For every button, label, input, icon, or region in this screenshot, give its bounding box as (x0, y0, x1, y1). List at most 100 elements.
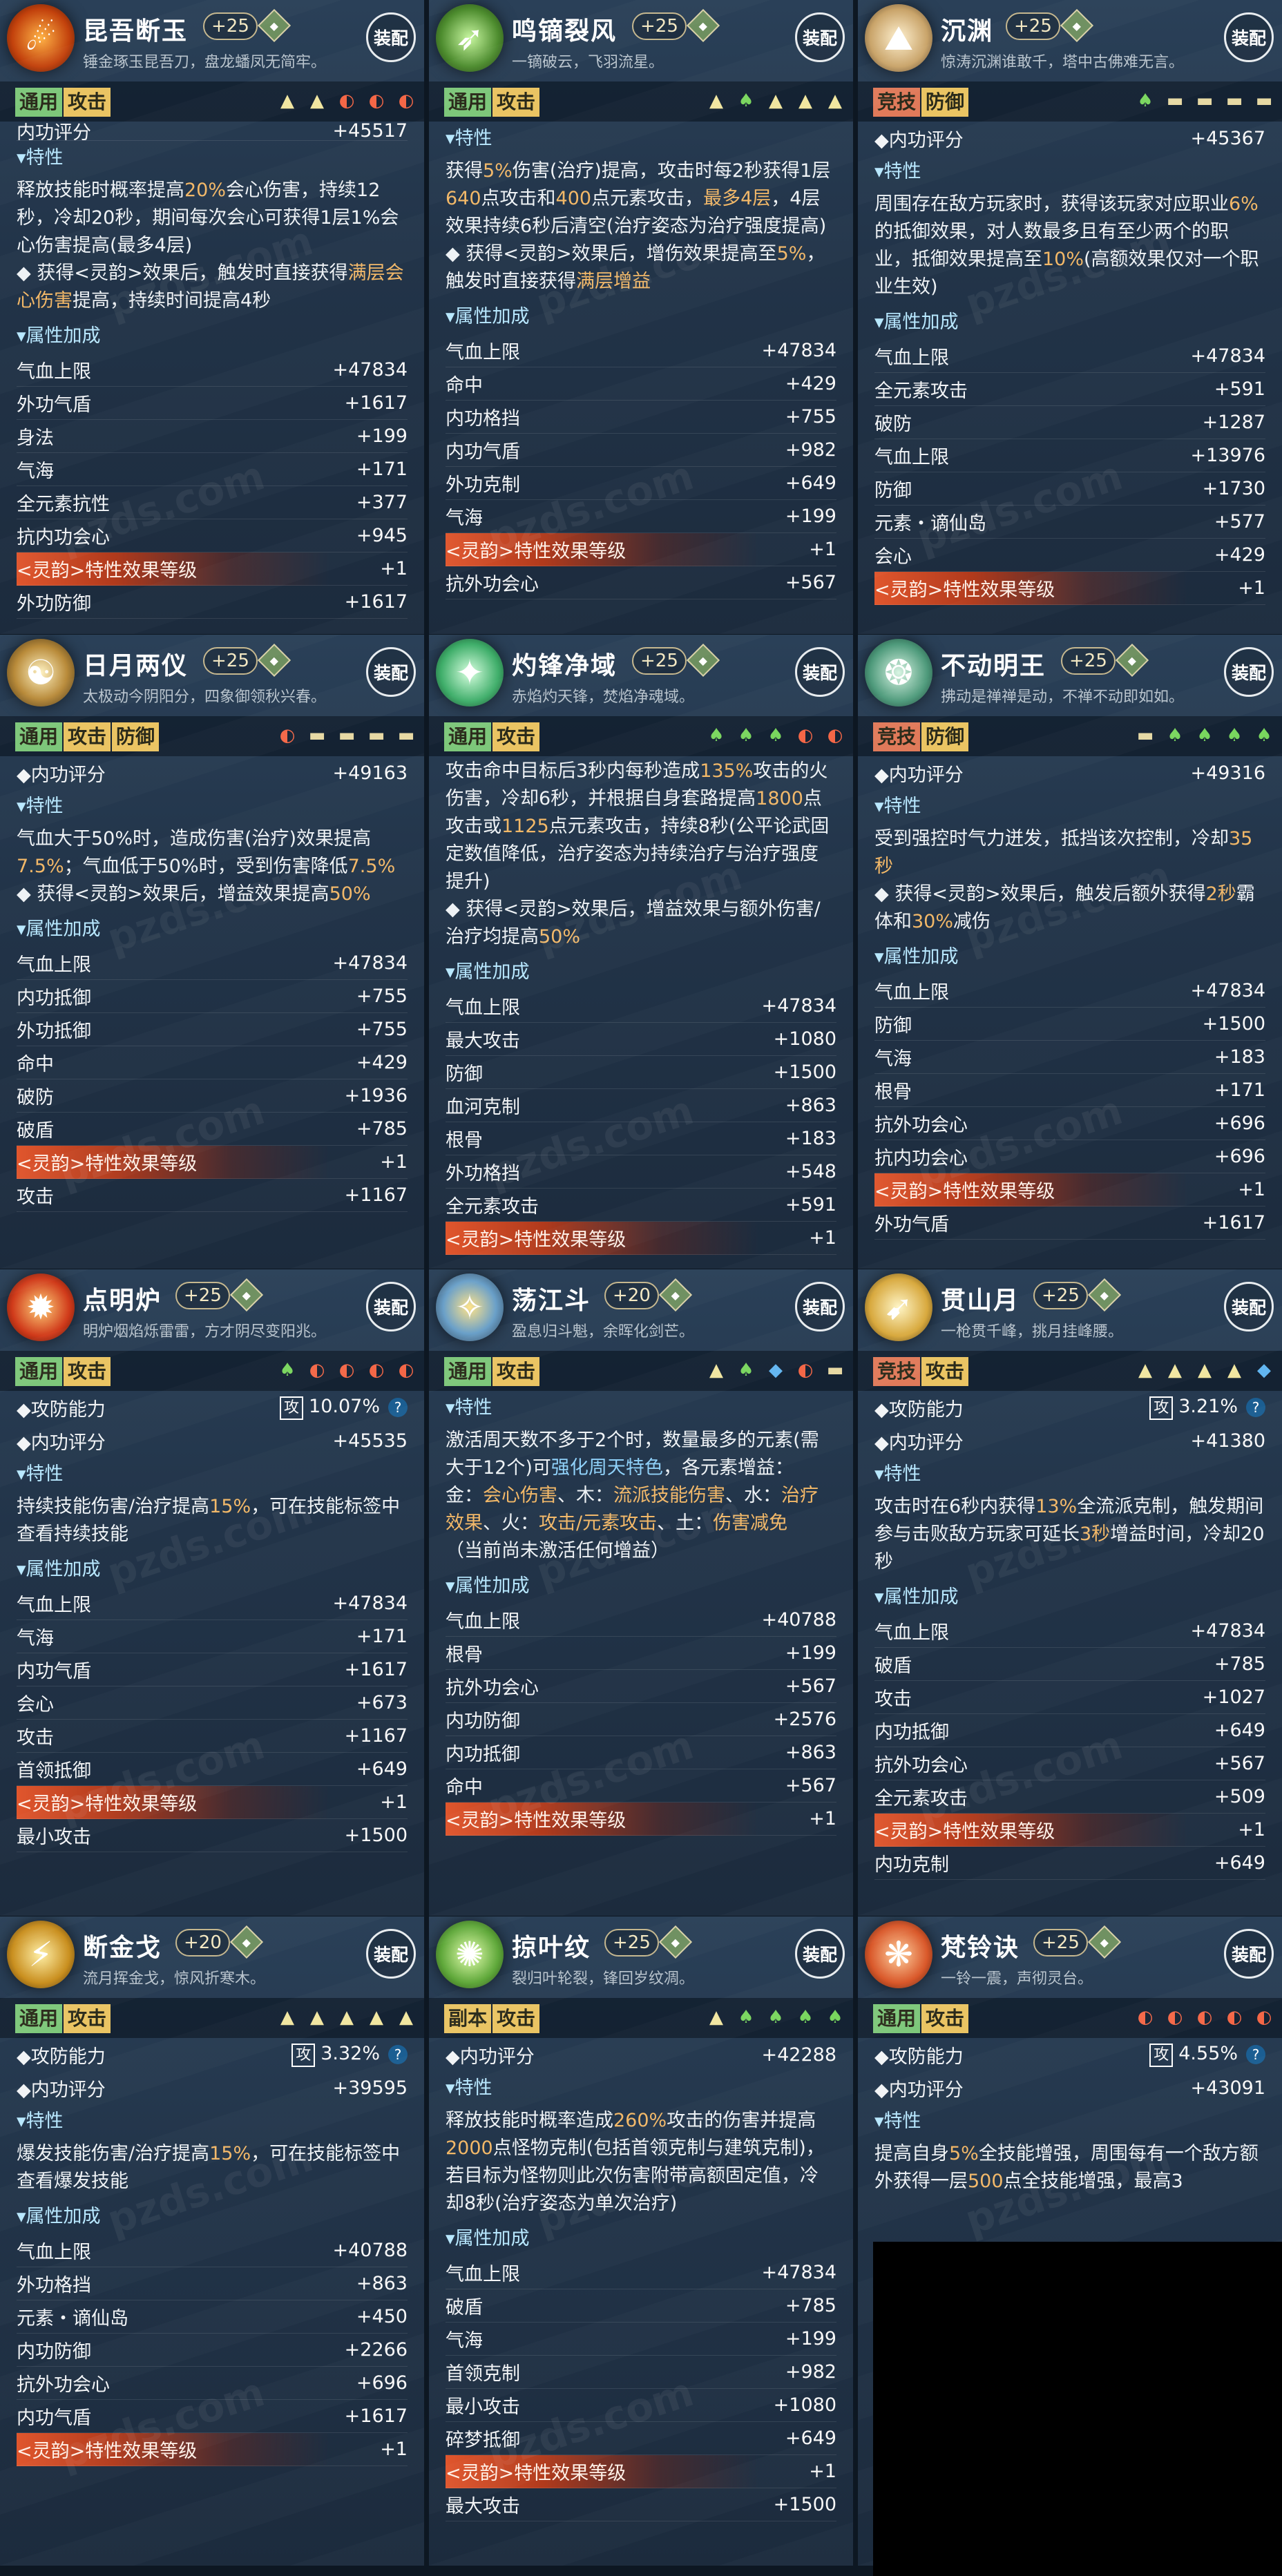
equip-button[interactable]: 装配 (366, 1929, 416, 1979)
metal-element-icon: ▲ (798, 90, 812, 111)
section-header[interactable]: ▾特性 (874, 2104, 1265, 2139)
stat-label: <灵韵>特性效果等级 (17, 2441, 198, 2462)
equip-button[interactable]: 装配 (366, 12, 416, 62)
stat-label: ◆攻防能力 (874, 1398, 964, 1421)
equip-button[interactable]: 装配 (1224, 12, 1274, 62)
score-row: ◆内功评分 +45367 (874, 122, 1265, 155)
equip-button[interactable]: 装配 (1224, 647, 1274, 697)
stat-value: +47834 (1190, 345, 1265, 367)
equip-button[interactable]: 装配 (1224, 1282, 1274, 1332)
section-header[interactable]: ▾特性 (17, 1457, 408, 1492)
attribute-row: 血河克制 +863 (446, 1089, 836, 1122)
section-header[interactable]: ▾属性加成 (17, 912, 408, 947)
equipment-card: ➹ 贯山月 +25 ◆ 一枪贯千峰，挑月挂峰腰。 装配 竞技 攻击 ▲ ▲ ▲ ▲ ◆ ◆攻防能力攻 3.2… (858, 1269, 1282, 1916)
attribute-row: 抗外功会心 +696 (17, 2367, 408, 2400)
stat-value: +42288 (761, 2044, 836, 2066)
stat-label: 气血上限 (874, 347, 949, 369)
stat-value: +199 (785, 506, 836, 527)
stat-value: +649 (785, 472, 836, 494)
card-header: ❋ 梵铃诀 +25 ◆ 一铃一震，声彻灵台。 装配 (858, 1916, 1282, 1998)
stat-value: +1287 (1202, 412, 1265, 433)
section-header[interactable]: ▾特性 (17, 789, 408, 824)
stat-label: ◆内功评分 (874, 764, 964, 786)
equip-button[interactable]: 装配 (1224, 1929, 1274, 1979)
section-header[interactable]: ▾属性加成 (874, 940, 1265, 974)
stat-value: +755 (356, 1019, 408, 1040)
score-row: ◆内功评分 +41380 (874, 1424, 1265, 1457)
section-header[interactable]: ▾特性 (446, 2071, 836, 2106)
section-header[interactable]: ▾特性 (17, 2104, 408, 2139)
attribute-row: 外功格挡 +548 (446, 1155, 836, 1189)
rank-diamond-icon: ◆ (1087, 1925, 1122, 1959)
stat-value: +1 (380, 2439, 408, 2460)
attribute-row: 最小攻击 +1500 (17, 1819, 408, 1852)
stat-value: +548 (785, 1161, 836, 1182)
equipment-name: 灼锋净域 (512, 652, 618, 680)
wood-element-icon: ♠ (767, 2007, 784, 2028)
section-header[interactable]: ▾属性加成 (446, 2222, 836, 2256)
attribute-row: 内功气盾 +1617 (17, 1653, 408, 1686)
stat-value: +696 (1214, 1146, 1265, 1167)
attribute-row: 气血上限 +47834 (17, 354, 408, 387)
stat-value: 3.21% (1178, 1395, 1238, 1417)
card-header: ⚡ 断金戈 +20 ◆ 流月挥金戈，惊风折寒木。 装配 (0, 1916, 424, 1998)
card-header: ✧ 荡江斗 +20 ◆ 盈息归斗魁，余晖化剑芒。 装配 (429, 1269, 853, 1351)
help-icon[interactable]: ? (388, 1397, 408, 1417)
equip-button[interactable]: 装配 (795, 1929, 845, 1979)
stat-label: 身法 (17, 427, 54, 449)
section-header[interactable]: ▾属性加成 (17, 2200, 408, 2234)
stat-label: 外功格挡 (446, 1163, 520, 1184)
metal-element-icon: ▲ (399, 2007, 413, 2028)
tag-bar: 竞技 防御 ♠ ▬ ▬ ▬ ▬ (858, 81, 1282, 122)
section-header[interactable]: ▾属性加成 (874, 1580, 1265, 1615)
section-header[interactable]: ▾属性加成 (17, 1553, 408, 1587)
section-header[interactable]: ▾特性 (446, 122, 836, 156)
help-icon[interactable]: ? (388, 2044, 408, 2064)
equip-button[interactable]: 装配 (366, 647, 416, 697)
stat-value: +171 (356, 1626, 408, 1647)
equip-button[interactable]: 装配 (366, 1282, 416, 1332)
section-header[interactable]: ▾属性加成 (446, 300, 836, 334)
help-icon[interactable]: ? (1246, 2044, 1265, 2064)
equip-button[interactable]: 装配 (795, 647, 845, 697)
earth-element-icon: ▬ (308, 725, 326, 746)
stat-value: +429 (785, 373, 836, 394)
section-header[interactable]: ▾特性 (874, 1457, 1265, 1492)
section-header[interactable]: ▾特性 (17, 141, 408, 175)
attack-defense-row: ◆攻防能力 攻 4.55%? (874, 2038, 1265, 2071)
section-header[interactable]: ▾属性加成 (446, 1569, 836, 1604)
section-header[interactable]: ▾特性 (446, 1391, 836, 1425)
section-header[interactable]: ▾属性加成 (874, 305, 1265, 340)
metal-element-icon: ▲ (828, 90, 842, 111)
attribute-row: 内功气盾 +982 (446, 434, 836, 467)
section-header[interactable]: ▾特性 (874, 789, 1265, 824)
category-tag: 通用 (873, 2004, 921, 2033)
attribute-row: 内功克制 +649 (874, 1847, 1265, 1880)
equip-button[interactable]: 装配 (795, 1282, 845, 1332)
equipment-motto: 流月挥金戈，惊风折寒木。 (83, 1970, 266, 1988)
stat-label: 破盾 (446, 2297, 483, 2318)
attack-defense-row: ◆攻防能力 攻 3.21%? (874, 1391, 1265, 1424)
stat-label: 气海 (446, 2330, 483, 2352)
rank-diamond-icon: ◆ (229, 1278, 264, 1312)
equipment-motto: 拂动是禅禅是动，不禅不动即如如。 (941, 689, 1185, 706)
attack-defense-row: ◆攻防能力 攻 3.32%? (17, 2038, 408, 2071)
stat-value: +785 (785, 2295, 836, 2316)
equip-button[interactable]: 装配 (795, 12, 845, 62)
stat-value: +945 (356, 525, 408, 546)
metal-element-icon: ▲ (310, 2007, 324, 2028)
stat-value: +171 (1214, 1079, 1265, 1101)
section-header[interactable]: ▾属性加成 (17, 319, 408, 354)
attribute-row: 气血上限 +13976 (874, 439, 1265, 472)
card-body: ◆内功评分 +45367 ▾特性 周围存在敌方玩家时，获得该玩家对应职业6%的抵御效果… (858, 122, 1282, 605)
attribute-row: 抗外功会心 +696 (874, 1107, 1265, 1140)
equipment-name: 日月两仪 (83, 652, 189, 680)
stat-value: +47834 (332, 359, 408, 381)
equipment-motto: 盈息归斗魁，余晖化剑芒。 (512, 1323, 695, 1340)
section-header[interactable]: ▾特性 (874, 155, 1265, 189)
tag-bar: 通用 攻击 ▲ ▲ ▲ ▲ ▲ (0, 1998, 424, 2038)
section-header[interactable]: ▾属性加成 (446, 955, 836, 990)
attribute-row: 碎梦抵御 +649 (446, 2422, 836, 2455)
help-icon[interactable]: ? (1246, 1397, 1265, 1417)
stat-label: <灵韵>特性效果等级 (446, 541, 626, 562)
